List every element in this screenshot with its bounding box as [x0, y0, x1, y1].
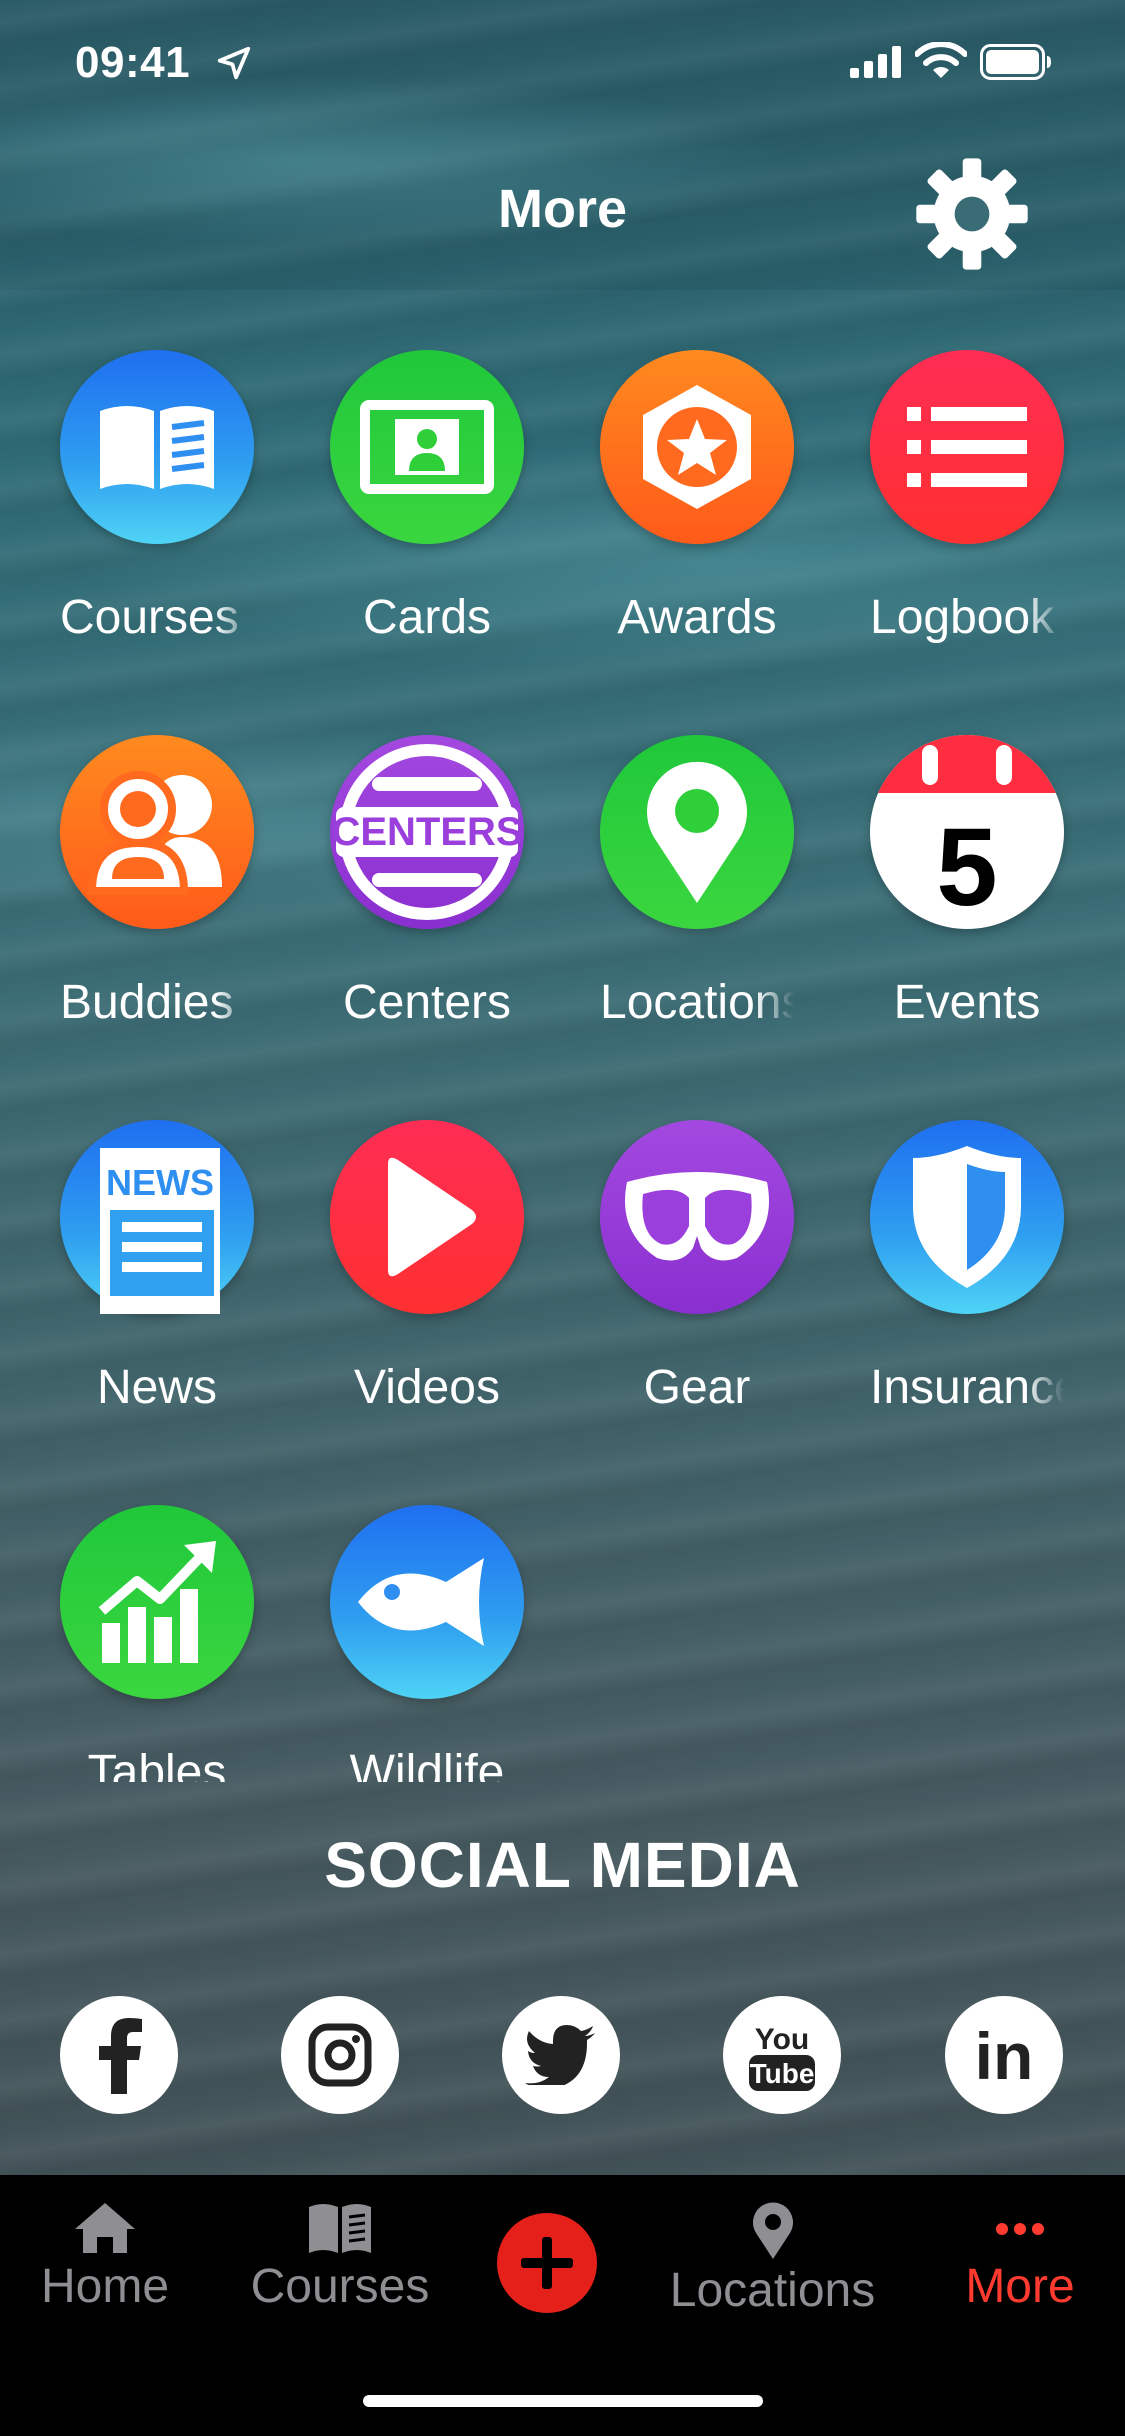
tab-label-courses: Courses	[250, 2260, 430, 2313]
newspaper-icon: NEWS	[60, 1120, 254, 1314]
tile-videos[interactable]: Videos	[290, 1120, 560, 1450]
tab-label-locations: Locations	[669, 2264, 876, 2317]
tile-label: Awards	[617, 591, 777, 644]
tile-locations[interactable]: Locations	[560, 735, 830, 1065]
tile-awards[interactable]: Awards	[560, 350, 830, 680]
tile-events[interactable]: 5 Events	[830, 735, 1100, 1065]
twitter-icon	[525, 2025, 595, 2085]
tab-locations[interactable]: Locations	[650, 2201, 895, 2318]
home-icon	[75, 2203, 135, 2253]
location-pin-icon	[752, 2202, 793, 2259]
tab-home[interactable]: Home	[25, 2201, 185, 2314]
status-time: 09:41	[75, 38, 191, 87]
tile-label: Events	[893, 976, 1041, 1029]
location-arrow-icon	[217, 46, 251, 80]
tile-label: Gear	[643, 1361, 751, 1414]
youtube-button[interactable]: You Tube	[723, 1996, 841, 2114]
plus-icon	[521, 2237, 573, 2289]
youtube-icon: You Tube	[749, 2023, 815, 2091]
tile-courses[interactable]: Courses	[20, 350, 290, 680]
tile-label: Videos	[354, 1361, 500, 1414]
tile-label: Buddies	[60, 976, 234, 1029]
tile-centers[interactable]: CENTERS Centers	[290, 735, 560, 1065]
tile-buddies[interactable]: Buddies	[20, 735, 290, 1065]
open-book-icon	[60, 350, 254, 544]
facebook-icon	[99, 2018, 142, 2094]
tile-cards[interactable]: Cards	[290, 350, 560, 680]
instagram-icon	[308, 2023, 372, 2087]
tab-label-more: More	[965, 2260, 1075, 2313]
wifi-icon	[915, 42, 967, 78]
tile-logbook[interactable]: Logbook	[830, 350, 1100, 680]
tab-more[interactable]: More	[945, 2201, 1095, 2314]
tile-label: Cards	[362, 591, 492, 644]
shield-icon	[870, 1120, 1064, 1314]
tile-label: Courses	[60, 591, 239, 644]
calendar-icon: 5	[870, 735, 1064, 929]
instagram-button[interactable]	[281, 1996, 399, 2114]
youtube-top-text: You	[755, 2023, 809, 2056]
social-media-heading: SOCIAL MEDIA	[324, 1829, 801, 1901]
cellular-signal-icon	[850, 46, 901, 78]
battery-icon	[980, 44, 1051, 80]
tile-label: Locations	[600, 976, 794, 1029]
tile-news[interactable]: NEWS News	[20, 1120, 290, 1450]
linkedin-icon: in	[975, 2023, 1034, 2087]
book-icon	[309, 2204, 371, 2253]
tile-label: News	[96, 1361, 218, 1414]
fish-icon	[330, 1505, 524, 1699]
calendar-day: 5	[936, 806, 997, 929]
linkedin-text: in	[975, 2023, 1034, 2087]
centers-badge-icon: CENTERS	[330, 735, 524, 929]
list-icon	[870, 350, 1064, 544]
buddies-icon	[60, 735, 254, 929]
id-card-icon	[330, 350, 524, 544]
tab-courses[interactable]: Courses	[235, 2201, 445, 2314]
tile-tables[interactable]: Tables	[20, 1505, 290, 1782]
tab-label-home: Home	[40, 2260, 170, 2313]
twitter-button[interactable]	[502, 1996, 620, 2114]
feature-grid: Courses Cards Awards Logbook Buddies CEN…	[0, 350, 1125, 1782]
youtube-bottom-text: Tube	[750, 2058, 815, 2089]
tile-label: Wildlife	[349, 1746, 505, 1782]
tile-label: Centers	[342, 976, 512, 1029]
settings-gear-icon[interactable]	[914, 156, 1030, 272]
more-dots-icon	[996, 2223, 1044, 2235]
tile-insurance[interactable]: Insurance	[830, 1120, 1100, 1450]
chart-up-icon	[60, 1505, 254, 1699]
map-pin-icon	[600, 735, 794, 929]
centers-badge-text: CENTERS	[332, 810, 522, 854]
add-button[interactable]	[497, 2213, 597, 2313]
dive-mask-icon	[600, 1120, 794, 1314]
tile-label: Logbook	[870, 591, 1055, 644]
news-badge-text: NEWS	[106, 1162, 214, 1203]
star-badge-icon	[600, 350, 794, 544]
facebook-button[interactable]	[60, 1996, 178, 2114]
tile-gear[interactable]: Gear	[560, 1120, 830, 1450]
play-icon	[330, 1120, 524, 1314]
status-bar: 09:41	[0, 0, 1125, 130]
home-indicator	[363, 2395, 763, 2407]
linkedin-button[interactable]: in	[945, 1996, 1063, 2114]
tile-label: Insurance	[870, 1361, 1064, 1414]
tile-label: Tables	[87, 1746, 227, 1782]
tile-wildlife[interactable]: Wildlife	[290, 1505, 560, 1782]
